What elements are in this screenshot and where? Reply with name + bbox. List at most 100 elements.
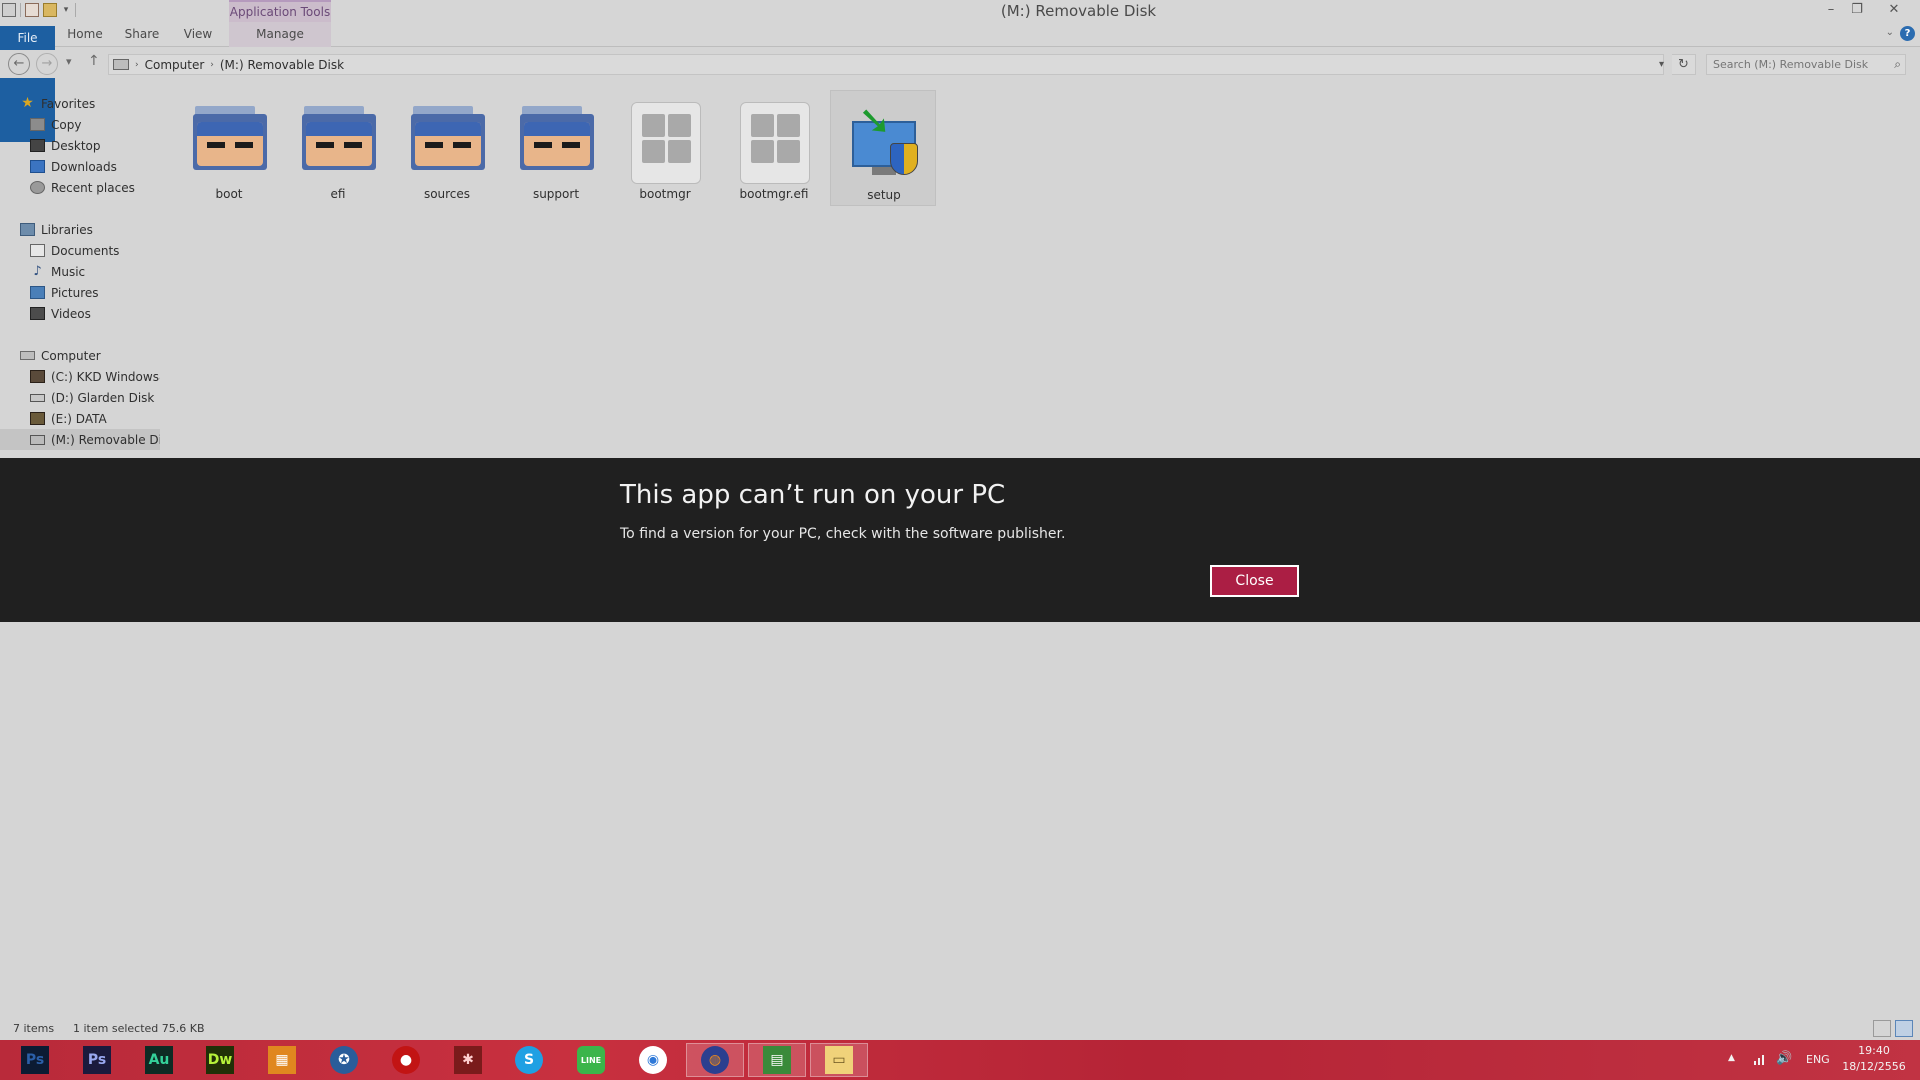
nav-item-recent-places[interactable]: Recent places bbox=[0, 177, 160, 198]
file-item-boot[interactable]: boot bbox=[176, 90, 282, 206]
nav-libraries[interactable]: Libraries bbox=[0, 219, 160, 240]
nav-item-drive-c[interactable]: (C:) KKD Windows8 bbox=[0, 366, 160, 387]
search-icon[interactable]: ⌕ bbox=[1894, 57, 1901, 72]
taskbar-app-record-button[interactable]: ● bbox=[377, 1043, 435, 1077]
libraries-icon bbox=[20, 223, 35, 236]
taskbar-media-app-button[interactable]: ▤ bbox=[748, 1043, 806, 1077]
taskbar-firefox-button[interactable]: ◍ bbox=[686, 1043, 744, 1077]
expand-ribbon-chevron-icon[interactable]: ⌄ bbox=[1886, 27, 1894, 38]
recent-locations-chevron-icon[interactable]: ▾ bbox=[66, 55, 72, 68]
close-window-button[interactable]: ✕ bbox=[1885, 2, 1903, 18]
nav-item-downloads[interactable]: Downloads bbox=[0, 156, 160, 177]
computer-icon bbox=[20, 351, 35, 360]
dialog-title: This app can’t run on your PC bbox=[620, 480, 1006, 510]
minimize-button[interactable]: – bbox=[1822, 2, 1840, 18]
address-history-chevron-icon[interactable]: ▾ bbox=[1651, 54, 1672, 75]
taskbar-premiere-button[interactable]: Ps bbox=[68, 1043, 126, 1077]
tab-view[interactable]: View bbox=[178, 22, 218, 47]
pictures-icon bbox=[30, 286, 45, 299]
nav-item-label: Music bbox=[51, 264, 86, 279]
taskbar-file-explorer-button[interactable]: ▭ bbox=[810, 1043, 868, 1077]
taskbar-chrome-button[interactable]: ◉ bbox=[624, 1043, 682, 1077]
refresh-button[interactable]: ↻ bbox=[1672, 54, 1696, 75]
breadcrumb-removable-disk[interactable]: (M:) Removable Disk bbox=[220, 58, 344, 72]
nav-item-label: Pictures bbox=[51, 285, 99, 300]
taskbar: Ps Ps Au Dw ▦ ✪ ● ✱ S LINE ◉ ◍ ▤ ▭ ▲ 🔊 ENG 19:40 18/1… bbox=[0, 1040, 1920, 1080]
search-input[interactable] bbox=[1707, 55, 1877, 74]
status-bar: 7 items 1 item selected 75.6 KB bbox=[0, 1018, 1920, 1040]
taskbar-audition-button[interactable]: Au bbox=[130, 1043, 188, 1077]
taskbar-app-globe-button[interactable]: ✪ bbox=[315, 1043, 373, 1077]
media-app-icon: ▤ bbox=[763, 1046, 791, 1074]
nav-item-drive-d[interactable]: (D:) Glarden Disk bbox=[0, 387, 160, 408]
dreamweaver-icon: Dw bbox=[206, 1046, 234, 1074]
taskbar-photoshop-button[interactable]: Ps bbox=[6, 1043, 64, 1077]
skype-icon: S bbox=[515, 1046, 543, 1074]
app-cant-run-dialog: This app can’t run on your PC To find a … bbox=[0, 458, 1920, 622]
removable-drive-icon bbox=[30, 434, 45, 445]
drive-c-icon bbox=[30, 370, 45, 383]
show-hidden-icons-button[interactable]: ▲ bbox=[1728, 1053, 1735, 1080]
search-box[interactable]: ⌕ bbox=[1706, 54, 1906, 75]
system-file-icon bbox=[625, 100, 705, 184]
details-view-button[interactable] bbox=[1873, 1020, 1891, 1037]
file-item-bootmgr-efi[interactable]: bootmgr.efi bbox=[721, 90, 827, 206]
file-item-support[interactable]: support bbox=[503, 90, 609, 206]
restore-button[interactable]: ❐ bbox=[1848, 2, 1866, 18]
taskbar-skype-button[interactable]: S bbox=[500, 1043, 558, 1077]
folder-icon bbox=[298, 100, 378, 174]
tab-share[interactable]: Share bbox=[120, 22, 164, 47]
volume-icon[interactable]: 🔊 bbox=[1776, 1051, 1792, 1080]
help-icon[interactable]: ? bbox=[1900, 26, 1915, 41]
drive-e-icon bbox=[30, 412, 45, 425]
nav-item-copy[interactable]: Copy bbox=[0, 114, 160, 135]
star-icon: ★ bbox=[21, 95, 34, 111]
address-bar[interactable]: › Computer › (M:) Removable Disk bbox=[108, 54, 1664, 75]
dialog-close-button[interactable]: Close bbox=[1210, 565, 1299, 597]
up-button[interactable]: ↑ bbox=[88, 53, 100, 69]
large-icons-view-button[interactable] bbox=[1895, 1020, 1913, 1037]
clock[interactable]: 19:40 18/12/2556 bbox=[1840, 1044, 1908, 1080]
nav-item-documents[interactable]: Documents bbox=[0, 240, 160, 261]
nav-item-drive-m[interactable]: (M:) Removable Disk bbox=[0, 429, 160, 450]
taskbar-dreamweaver-button[interactable]: Dw bbox=[191, 1043, 249, 1077]
breadcrumb-computer[interactable]: Computer bbox=[145, 58, 205, 72]
input-language[interactable]: ENG bbox=[1806, 1053, 1830, 1080]
nav-item-label: Recent places bbox=[51, 180, 135, 195]
computer-group: Computer (C:) KKD Windows8 (D:) Glarden … bbox=[0, 345, 160, 450]
file-name: sources bbox=[423, 187, 471, 201]
nav-item-drive-e[interactable]: (E:) DATA bbox=[0, 408, 160, 429]
back-button[interactable]: ← bbox=[8, 53, 30, 75]
nav-item-music[interactable]: ♪ Music bbox=[0, 261, 160, 282]
desktop-icon bbox=[30, 139, 45, 152]
network-icon[interactable] bbox=[1752, 1051, 1768, 1067]
taskbar-line-button[interactable]: LINE bbox=[562, 1043, 620, 1077]
file-item-efi[interactable]: efi bbox=[285, 90, 391, 206]
audition-icon: Au bbox=[145, 1046, 173, 1074]
breadcrumb-separator[interactable]: › bbox=[210, 60, 214, 70]
file-item-setup[interactable]: ➘ setup bbox=[830, 90, 936, 206]
premiere-icon: Ps bbox=[83, 1046, 111, 1074]
nav-computer[interactable]: Computer bbox=[0, 345, 160, 366]
breadcrumb-separator[interactable]: › bbox=[135, 60, 139, 70]
file-item-sources[interactable]: sources bbox=[394, 90, 500, 206]
folder-icon bbox=[407, 100, 487, 174]
nav-item-videos[interactable]: Videos bbox=[0, 303, 160, 324]
file-explorer-icon: ▭ bbox=[825, 1046, 853, 1074]
tab-home[interactable]: Home bbox=[64, 22, 106, 47]
nav-item-pictures[interactable]: Pictures bbox=[0, 282, 160, 303]
taskbar-app-bug-button[interactable]: ✱ bbox=[439, 1043, 497, 1077]
file-name: boot bbox=[215, 187, 243, 201]
forward-button[interactable]: → bbox=[36, 53, 58, 75]
nav-item-desktop[interactable]: Desktop bbox=[0, 135, 160, 156]
clock-time: 19:40 bbox=[1858, 1044, 1890, 1057]
nav-favorites[interactable]: ★ Favorites bbox=[0, 93, 160, 114]
line-icon: LINE bbox=[577, 1046, 605, 1074]
tab-manage[interactable]: Manage bbox=[229, 22, 331, 47]
downloads-icon bbox=[30, 160, 45, 173]
clock-date: 18/12/2556 bbox=[1842, 1060, 1906, 1073]
nav-computer-label: Computer bbox=[41, 348, 101, 363]
file-item-bootmgr[interactable]: bootmgr bbox=[612, 90, 718, 206]
file-name: setup bbox=[867, 188, 901, 202]
taskbar-app-orange-button[interactable]: ▦ bbox=[253, 1043, 311, 1077]
